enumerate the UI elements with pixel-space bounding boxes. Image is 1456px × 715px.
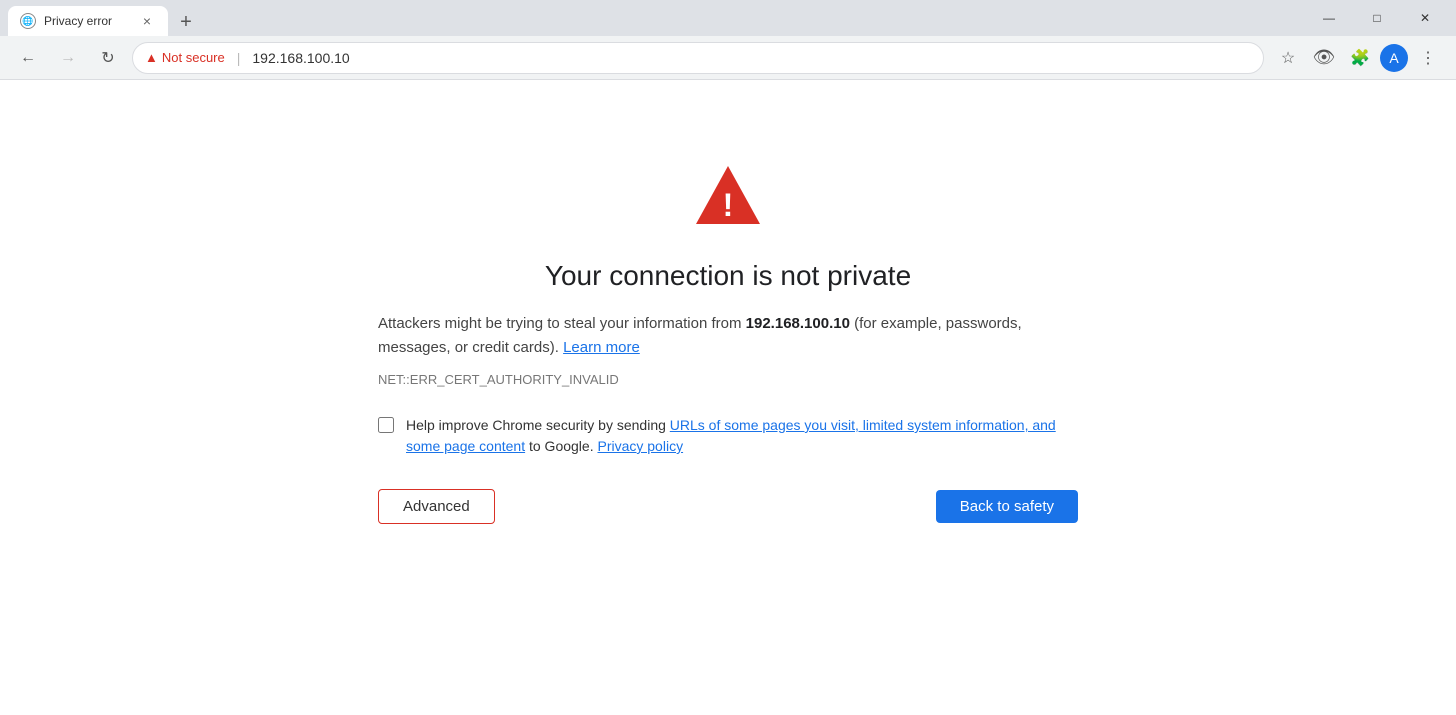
close-button[interactable]: ✕ <box>1402 0 1448 36</box>
puzzle-icon: 🧩 <box>1350 48 1370 68</box>
extensions-button[interactable]: 🧩 <box>1344 42 1376 74</box>
warning-triangle-icon: ▲ <box>145 50 158 65</box>
checkbox-text-after: to Google. <box>529 438 594 454</box>
active-tab[interactable]: 🌐 Privacy error × <box>8 6 168 36</box>
tab-favicon-icon: 🌐 <box>20 13 36 29</box>
address-divider: | <box>237 50 241 66</box>
back-icon: ← <box>20 49 36 67</box>
page-title: Your connection is not private <box>545 260 911 292</box>
minimize-button[interactable]: — <box>1306 0 1352 36</box>
maximize-button[interactable]: □ <box>1354 0 1400 36</box>
new-tab-button[interactable]: + <box>172 8 200 36</box>
privacy-policy-link[interactable]: Privacy policy <box>597 438 683 454</box>
nav-right-controls: ☆ 👁 🧩 A ⋮ <box>1272 42 1444 74</box>
checkbox-text-before: Help improve Chrome security by sending <box>406 417 666 433</box>
forward-icon: → <box>60 49 76 67</box>
action-buttons: Advanced Back to safety <box>378 489 1078 524</box>
reload-icon: ↻ <box>101 48 114 68</box>
title-bar: 🌐 Privacy error × + — □ ✕ <box>0 0 1456 36</box>
not-secure-label: Not secure <box>162 50 225 65</box>
star-icon: ☆ <box>1281 48 1295 68</box>
svg-text:!: ! <box>723 187 734 223</box>
menu-dots-icon: ⋮ <box>1420 48 1436 68</box>
domain-bold: 192.168.100.10 <box>746 315 850 332</box>
description-before: Attackers might be trying to steal your … <box>378 315 741 332</box>
advanced-button[interactable]: Advanced <box>378 489 495 524</box>
error-code: NET::ERR_CERT_AUTHORITY_INVALID <box>378 372 1078 387</box>
tab-strip: 🌐 Privacy error × + <box>8 0 200 36</box>
learn-more-link[interactable]: Learn more <box>563 339 640 356</box>
error-page: ! Your connection is not private Attacke… <box>0 80 1456 715</box>
settings-menu-button[interactable]: ⋮ <box>1412 42 1444 74</box>
profile-avatar[interactable]: A <box>1380 44 1408 72</box>
reload-button[interactable]: ↻ <box>92 42 124 74</box>
avatar-label: A <box>1389 50 1398 66</box>
tracking-prevention-button[interactable]: 👁 <box>1308 42 1340 74</box>
window-controls: — □ ✕ <box>1306 0 1448 36</box>
tab-title: Privacy error <box>44 14 112 28</box>
eye-shield-icon: 👁 <box>1313 47 1336 68</box>
not-secure-badge: ▲ Not secure <box>145 50 225 65</box>
back-button[interactable]: ← <box>12 42 44 74</box>
tab-strip-area: 🌐 Privacy error × + <box>8 0 1306 36</box>
address-url: 192.168.100.10 <box>252 50 349 66</box>
bookmark-star-button[interactable]: ☆ <box>1272 42 1304 74</box>
back-to-safety-button[interactable]: Back to safety <box>936 490 1078 523</box>
address-bar[interactable]: ▲ Not secure | 192.168.100.10 <box>132 42 1264 74</box>
forward-button[interactable]: → <box>52 42 84 74</box>
chrome-security-checkbox[interactable] <box>378 417 394 433</box>
error-description: Attackers might be trying to steal your … <box>378 312 1078 360</box>
checkbox-text: Help improve Chrome security by sending … <box>406 415 1078 457</box>
navigation-bar: ← → ↻ ▲ Not secure | 192.168.100.10 ☆ 👁 … <box>0 36 1456 80</box>
chrome-security-checkbox-row: Help improve Chrome security by sending … <box>378 415 1078 457</box>
warning-triangle-large-icon: ! <box>692 160 764 232</box>
tab-close-button[interactable]: × <box>138 12 156 30</box>
